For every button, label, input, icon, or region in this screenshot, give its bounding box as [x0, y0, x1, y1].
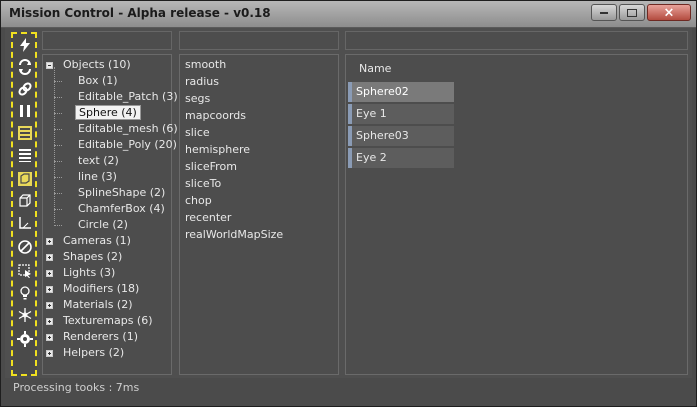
expand-icon[interactable]	[46, 318, 53, 325]
snowflake-icon[interactable]	[16, 306, 34, 324]
tree-tick	[54, 145, 62, 146]
tree-item-cameras[interactable]: Cameras (1)	[46, 234, 131, 248]
settings-icon[interactable]	[16, 330, 34, 348]
light-bulb-icon[interactable]	[16, 284, 34, 302]
tree-item-shapes[interactable]: Shapes (2)	[46, 250, 122, 264]
tree-item-editable-poly[interactable]: Editable_Poly (20)	[78, 138, 177, 152]
expand-icon[interactable]	[46, 238, 53, 245]
name-column-header[interactable]: Name	[359, 62, 391, 75]
expand-icon[interactable]	[46, 350, 53, 357]
tree-item-objects[interactable]: Objects (10)	[46, 58, 131, 72]
tree-tick	[54, 177, 62, 178]
window-title: Mission Control - Alpha release - v0.18	[9, 6, 271, 20]
properties-panel-header	[179, 31, 339, 50]
list-icon[interactable]	[16, 146, 34, 164]
box-icon[interactable]	[16, 170, 34, 188]
tree-item-chamferbox[interactable]: ChamferBox (4)	[78, 202, 165, 216]
expand-icon[interactable]	[46, 254, 53, 261]
app-window: Mission Control - Alpha release - v0.18	[0, 0, 697, 407]
expand-icon[interactable]	[46, 270, 53, 277]
close-button[interactable]	[647, 4, 691, 21]
tree-tick	[54, 97, 62, 98]
main-content: Objects (10) Box (1) Editable_Patch (3) …	[5, 28, 692, 378]
tree-item-editable-patch[interactable]: Editable_Patch (3)	[78, 90, 178, 104]
list-panel-header	[345, 31, 688, 50]
list-item[interactable]: Eye 1	[348, 104, 454, 124]
minimize-button[interactable]	[591, 4, 617, 21]
tree-item-box[interactable]: Box (1)	[78, 74, 118, 88]
box-outline-icon[interactable]	[16, 192, 34, 210]
property-item[interactable]: radius	[185, 75, 219, 89]
property-item[interactable]: sliceTo	[185, 177, 221, 191]
list-item[interactable]: Sphere03	[348, 126, 454, 146]
tree-tick	[54, 129, 62, 130]
property-item[interactable]: smooth	[185, 58, 226, 72]
maximize-button[interactable]	[619, 4, 645, 21]
property-item[interactable]: hemisphere	[185, 143, 250, 157]
tree-item-renderers[interactable]: Renderers (1)	[46, 330, 138, 344]
tree-item-splineshape[interactable]: SplineShape (2)	[78, 186, 165, 200]
tree-item-materials[interactable]: Materials (2)	[46, 298, 133, 312]
lightning-icon[interactable]	[16, 36, 34, 54]
property-item[interactable]: realWorldMapSize	[185, 228, 283, 242]
refresh-icon[interactable]	[16, 58, 34, 76]
tree-tick	[54, 209, 62, 210]
property-item[interactable]: segs	[185, 92, 210, 106]
tree-tick	[54, 193, 62, 194]
tree-item-modifiers[interactable]: Modifiers (18)	[46, 282, 139, 296]
properties-panel[interactable]: smooth radius segs mapcoords slice hemis…	[179, 54, 339, 375]
expand-icon[interactable]	[46, 302, 53, 309]
tree-item-helpers[interactable]: Helpers (2)	[46, 346, 124, 360]
disabled-icon[interactable]	[16, 238, 34, 256]
property-item[interactable]: sliceFrom	[185, 160, 237, 174]
property-item[interactable]: slice	[185, 126, 210, 140]
tree-item-line[interactable]: line (3)	[78, 170, 117, 184]
list-panel[interactable]: Name Sphere02 Eye 1 Sphere03 Eye 2	[345, 54, 688, 375]
tree-item-editable-mesh[interactable]: Editable_mesh (6)	[78, 122, 178, 136]
property-item[interactable]: chop	[185, 194, 212, 208]
pause-icon[interactable]	[16, 102, 34, 120]
title-bar[interactable]: Mission Control - Alpha release - v0.18	[1, 1, 696, 28]
tree-item-sphere[interactable]: Sphere (4)	[75, 105, 141, 120]
tree-tick	[54, 81, 62, 82]
tree-tick	[54, 161, 62, 162]
list-item[interactable]: Sphere02	[348, 82, 454, 102]
expand-icon[interactable]	[46, 286, 53, 293]
tree-tick	[54, 225, 62, 226]
tree-tick	[54, 113, 62, 114]
corner-icon[interactable]	[16, 214, 34, 232]
tree-item-texturemaps[interactable]: Texturemaps (6)	[46, 314, 153, 328]
list-selected-icon[interactable]	[16, 124, 34, 142]
tree-item-circle[interactable]: Circle (2)	[78, 218, 128, 232]
select-region-icon[interactable]	[16, 262, 34, 280]
expand-icon[interactable]	[46, 334, 53, 341]
property-item[interactable]: recenter	[185, 211, 231, 225]
property-item[interactable]: mapcoords	[185, 109, 246, 123]
vertical-toolbar	[11, 32, 37, 376]
selected-tree-label: Sphere (4)	[75, 105, 141, 120]
tree-panel-header	[42, 31, 172, 50]
tree-panel[interactable]: Objects (10) Box (1) Editable_Patch (3) …	[42, 54, 178, 375]
tree-item-lights[interactable]: Lights (3)	[46, 266, 115, 280]
link-icon[interactable]	[16, 80, 34, 98]
tree-item-text[interactable]: text (2)	[78, 154, 119, 168]
list-item[interactable]: Eye 2	[348, 148, 454, 168]
collapse-icon[interactable]	[46, 62, 53, 69]
status-text: Processing tooks : 7ms	[13, 381, 140, 394]
